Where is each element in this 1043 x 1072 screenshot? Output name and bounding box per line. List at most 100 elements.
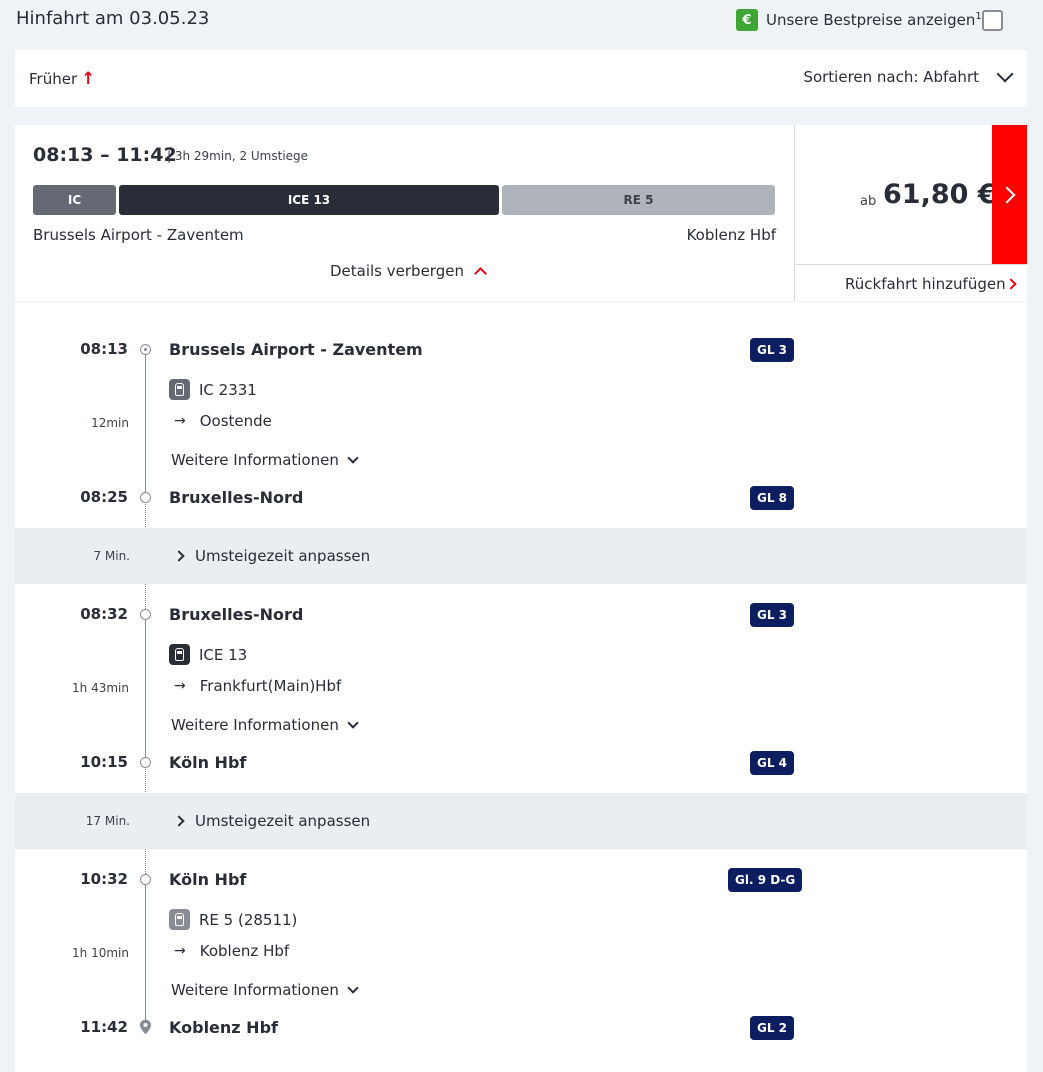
adjust-transfer-button[interactable]: Umsteigezeit anpassen <box>173 547 371 565</box>
start-stop-icon <box>140 344 151 355</box>
connection-card: 08:13 – 11:42 | 3h 29min, 2 Umstiege IC … <box>15 125 1027 301</box>
destination-station: Koblenz Hbf <box>686 226 776 244</box>
chevron-right-icon <box>173 815 185 827</box>
details-label: Details verbergen <box>330 262 464 280</box>
bestprice-label: Unsere Bestpreise anzeigen1 <box>766 11 982 29</box>
sort-label: Sortieren nach: Abfahrt <box>803 68 979 86</box>
origin-station: Brussels Airport - Zaventem <box>33 226 244 244</box>
train-info: IC 2331 <box>169 379 257 400</box>
chevron-right-icon <box>173 550 185 562</box>
more-info-button[interactable]: Weitere Informationen <box>171 981 359 999</box>
platform-badge: Gl. 9 D-G <box>728 868 803 892</box>
select-connection-button[interactable] <box>992 125 1027 264</box>
platform-badge: GL 2 <box>750 1016 795 1040</box>
transfer-duration: 17 Min. <box>85 814 130 828</box>
arrival-time: 10:15 <box>80 753 128 771</box>
connection-details: 08:13 Brussels Airport - Zaventem GL 3 I… <box>15 302 1027 1072</box>
departure-station: Köln Hbf <box>169 870 247 889</box>
more-info-button[interactable]: Weitere Informationen <box>171 451 359 469</box>
direction-label: Koblenz Hbf <box>199 942 290 960</box>
train-icon <box>169 644 190 665</box>
euro-icon: € <box>736 9 758 31</box>
chevron-right-icon <box>998 186 1015 203</box>
arrow-right-icon: → <box>174 678 186 694</box>
arrival-station: Koblenz Hbf <box>169 1018 278 1037</box>
stop-icon <box>140 492 151 503</box>
platform-badge: GL 8 <box>750 486 795 510</box>
bestprice-toggle[interactable]: € Unsere Bestpreise anzeigen1 <box>736 9 982 31</box>
connection-meta: | 3h 29min, 2 Umstiege <box>167 149 309 163</box>
departure-time: 08:32 <box>80 605 128 623</box>
transfer-row: 17 Min. Umsteigezeit anpassen <box>15 793 1027 849</box>
connection-times: 08:13 – 11:42 <box>33 144 177 166</box>
earlier-label: Früher <box>29 70 78 88</box>
route-line <box>145 619 146 760</box>
train-info: ICE 13 <box>169 644 247 665</box>
arrow-up-icon: ↑ <box>81 69 96 89</box>
departure-station: Bruxelles-Nord <box>169 605 304 624</box>
adjust-transfer-label: Umsteigezeit anpassen <box>195 547 371 565</box>
train-direction: → Koblenz Hbf <box>174 942 289 960</box>
route-line <box>145 354 146 495</box>
train-direction: → Oostende <box>174 412 272 430</box>
leg-duration: 1h 10min <box>72 946 129 960</box>
chevron-down-icon <box>347 982 359 994</box>
arrow-right-icon: → <box>174 413 186 429</box>
results-toolbar: Früher ↑ Sortieren nach: Abfahrt <box>15 50 1027 107</box>
details-toggle[interactable]: Details verbergen <box>330 262 487 280</box>
add-return-button[interactable]: Rückfahrt hinzufügen <box>794 264 1027 301</box>
direction-label: Frankfurt(Main)Hbf <box>199 677 342 695</box>
sort-dropdown[interactable]: Sortieren nach: Abfahrt <box>803 65 1014 86</box>
adjust-transfer-label: Umsteigezeit anpassen <box>195 812 371 830</box>
chevron-down-icon <box>347 452 359 464</box>
chevron-up-icon <box>474 267 487 280</box>
more-info-label: Weitere Informationen <box>171 981 339 999</box>
train-icon <box>169 909 190 930</box>
transfer-row: 7 Min. Umsteigezeit anpassen <box>15 528 1027 584</box>
arrival-time: 08:25 <box>80 488 128 506</box>
earlier-button[interactable]: Früher ↑ <box>29 69 95 89</box>
price: 61,80 € <box>883 179 997 210</box>
train-number: IC 2331 <box>199 380 257 399</box>
transfer-duration: 7 Min. <box>93 549 130 563</box>
departure-time: 10:32 <box>80 870 128 888</box>
leg-duration: 1h 43min <box>72 681 129 695</box>
bestprice-checkbox[interactable] <box>982 10 1003 31</box>
stop-icon <box>140 609 151 620</box>
destination-pin-icon <box>140 1019 151 1035</box>
platform-badge: GL 3 <box>750 338 795 362</box>
segment-re: RE 5 <box>502 185 775 215</box>
adjust-transfer-button[interactable]: Umsteigezeit anpassen <box>173 812 371 830</box>
train-icon <box>169 379 190 400</box>
arrival-station: Köln Hbf <box>169 753 247 772</box>
platform-badge: GL 3 <box>750 603 795 627</box>
footnote-marker: 1 <box>975 11 982 22</box>
more-info-label: Weitere Informationen <box>171 451 339 469</box>
chevron-right-icon <box>1005 278 1017 290</box>
train-number: ICE 13 <box>199 645 248 664</box>
segment-ice: ICE 13 <box>119 185 499 215</box>
train-info: RE 5 (28511) <box>169 909 297 930</box>
results-header: Hinfahrt am 03.05.23 € Unsere Bestpreise… <box>0 0 1043 48</box>
segment-ic: IC <box>33 185 116 215</box>
arrow-right-icon: → <box>174 943 186 959</box>
direction-label: Oostende <box>199 412 272 430</box>
chevron-down-icon <box>347 717 359 729</box>
chevron-down-icon <box>996 65 1014 83</box>
price-prefix: ab <box>860 194 877 209</box>
platform-badge: GL 4 <box>750 751 795 775</box>
stop-icon <box>140 757 151 768</box>
departure-station: Brussels Airport - Zaventem <box>169 340 423 359</box>
stop-icon <box>140 874 151 885</box>
train-number: RE 5 (28511) <box>199 910 298 929</box>
page-title: Hinfahrt am 03.05.23 <box>16 8 210 29</box>
arrival-station: Bruxelles-Nord <box>169 488 304 507</box>
route-line <box>145 884 146 1021</box>
departure-time: 08:13 <box>80 340 128 358</box>
leg-duration: 12min <box>91 416 129 430</box>
more-info-button[interactable]: Weitere Informationen <box>171 716 359 734</box>
arrival-time: 11:42 <box>80 1018 128 1036</box>
train-direction: → Frankfurt(Main)Hbf <box>174 677 341 695</box>
return-label: Rückfahrt hinzufügen <box>845 275 1006 293</box>
more-info-label: Weitere Informationen <box>171 716 339 734</box>
